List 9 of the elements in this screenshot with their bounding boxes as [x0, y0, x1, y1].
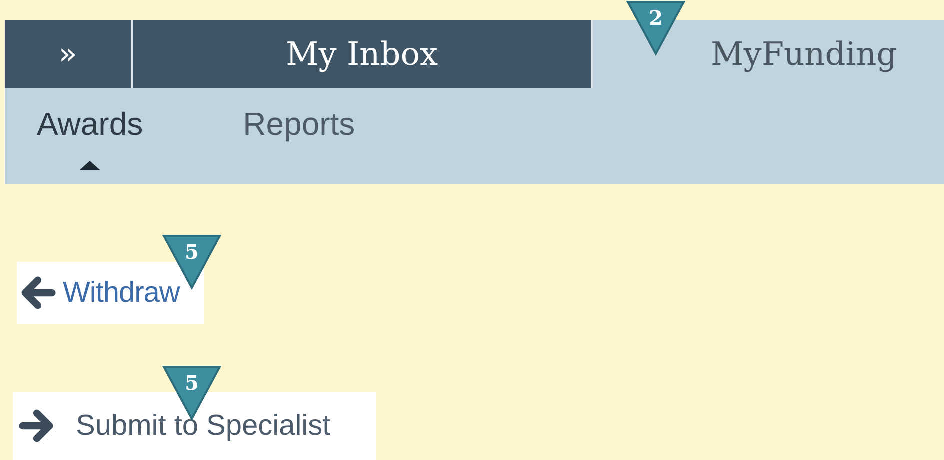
right-arrow-icon [18, 407, 56, 445]
caret-icon [80, 161, 100, 170]
sub-tab[interactable]: Awards [32, 88, 148, 184]
left-arrow-icon [19, 274, 57, 312]
nav-tab[interactable]: My Inbox [133, 20, 593, 88]
withdraw-link[interactable]: Withdraw [17, 262, 204, 324]
sub-tab[interactable]: Reports [238, 88, 360, 184]
callout-marker: 2 [626, 0, 686, 56]
expand-button[interactable]: » [5, 20, 133, 88]
